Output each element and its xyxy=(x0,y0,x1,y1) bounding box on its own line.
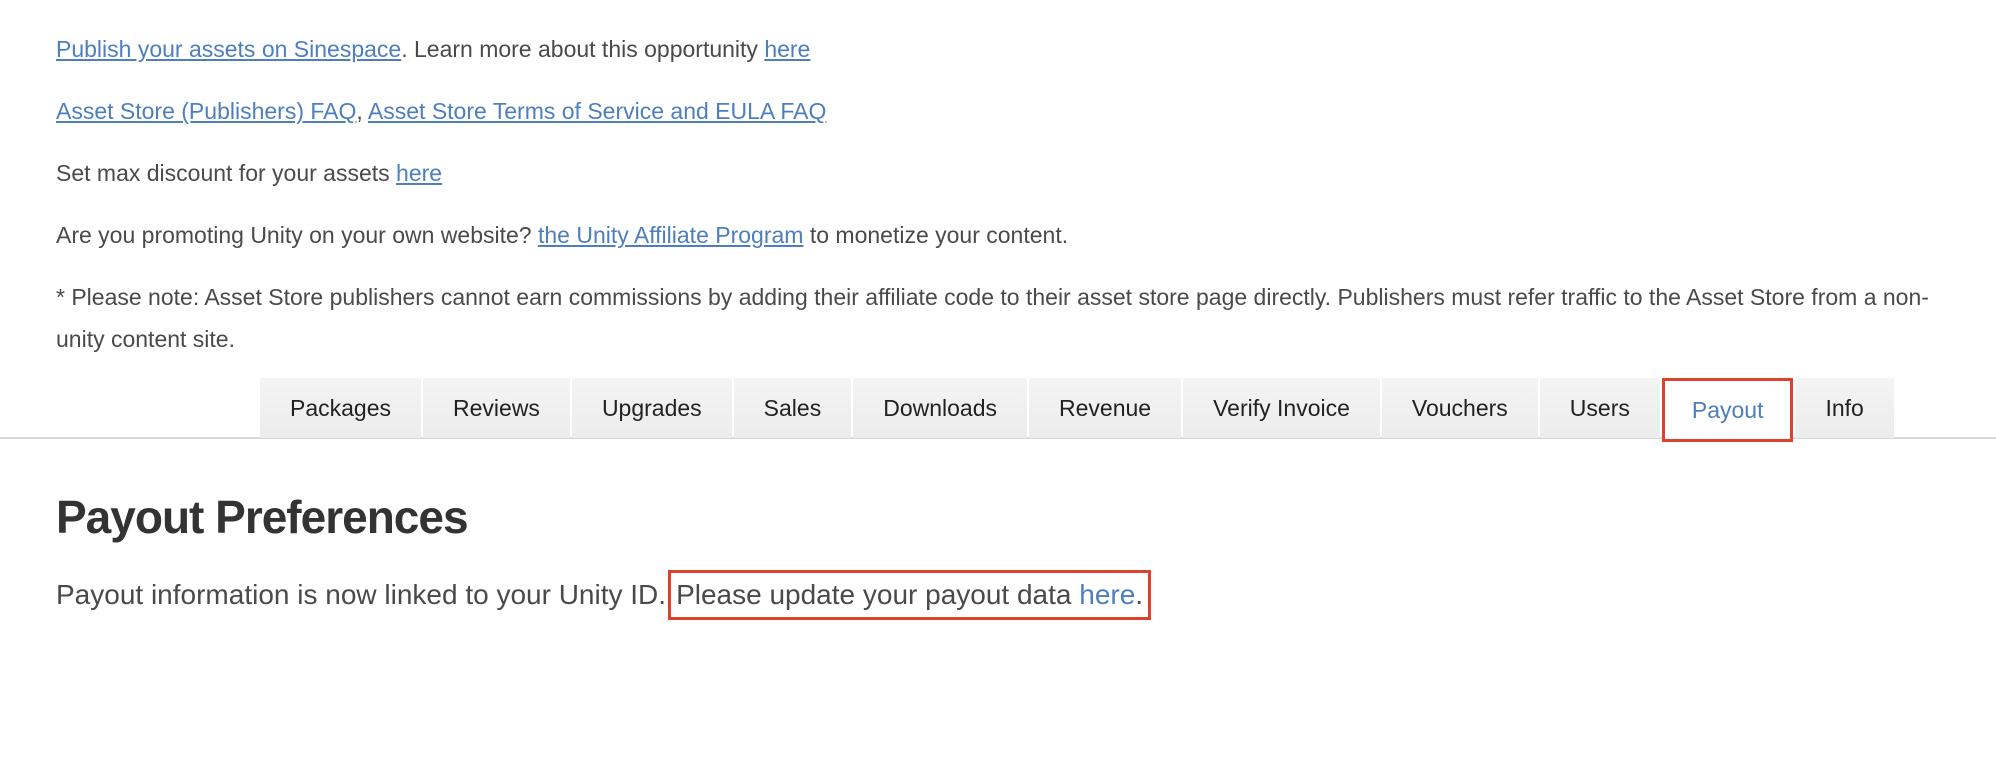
tab-downloads[interactable]: Downloads xyxy=(853,378,1028,438)
promo-tail: to monetize your content. xyxy=(803,222,1069,248)
tab-users[interactable]: Users xyxy=(1539,378,1660,438)
payout-update-highlight: Please update your payout data here. xyxy=(668,570,1152,620)
publisher-tabs: Packages Reviews Upgrades Sales Download… xyxy=(260,378,1896,442)
payout-update-text: Please update your payout data xyxy=(676,579,1080,610)
page-title: Payout Preferences xyxy=(56,491,469,543)
tab-sales[interactable]: Sales xyxy=(733,378,852,438)
promo-text: Are you promoting Unity on your own webs… xyxy=(56,222,538,248)
promo-paragraph: Are you promoting Unity on your own webs… xyxy=(56,214,1936,256)
publish-text: . Learn more about this opportunity xyxy=(401,36,765,62)
tab-info[interactable]: Info xyxy=(1795,378,1894,438)
payout-section: Payout Preferences Payout information is… xyxy=(56,490,1936,620)
tab-revenue[interactable]: Revenue xyxy=(1029,378,1182,438)
faq-paragraph: Asset Store (Publishers) FAQ, Asset Stor… xyxy=(56,90,1936,132)
publish-paragraph: Publish your assets on Sinespace. Learn … xyxy=(56,28,1936,70)
learn-more-here-link[interactable]: here xyxy=(764,36,810,62)
affiliate-program-link[interactable]: the Unity Affiliate Program xyxy=(538,222,803,248)
page: Publish your assets on Sinespace. Learn … xyxy=(0,0,1996,762)
affiliate-note: * Please note: Asset Store publishers ca… xyxy=(56,284,1929,352)
tab-packages[interactable]: Packages xyxy=(260,378,422,438)
tab-payout[interactable]: Payout xyxy=(1661,378,1794,442)
discount-text: Set max discount for your assets xyxy=(56,160,397,186)
tab-upgrades[interactable]: Upgrades xyxy=(571,378,732,438)
tab-reviews[interactable]: Reviews xyxy=(423,378,570,438)
payout-info-text: Payout information is now linked to your… xyxy=(56,579,667,610)
publishers-faq-link[interactable]: Asset Store (Publishers) FAQ xyxy=(56,98,356,124)
publisher-tabs-bar: Packages Reviews Upgrades Sales Download… xyxy=(0,378,1996,442)
tab-vouchers[interactable]: Vouchers xyxy=(1381,378,1538,438)
discount-paragraph: Set max discount for your assets here xyxy=(56,152,1936,194)
payout-info: Payout information is now linked to your… xyxy=(56,570,1936,620)
max-discount-here-link[interactable]: here xyxy=(396,160,442,186)
payout-update-tail: . xyxy=(1135,579,1144,610)
publisher-intro: Publish your assets on Sinespace. Learn … xyxy=(56,28,1936,360)
tab-verify-invoice[interactable]: Verify Invoice xyxy=(1183,378,1380,438)
publish-sinespace-link[interactable]: Publish your assets on Sinespace xyxy=(56,36,401,62)
tos-eula-faq-link[interactable]: Asset Store Terms of Service and EULA FA… xyxy=(368,98,827,124)
payout-update-here-link[interactable]: here xyxy=(1079,579,1135,610)
faq-separator: , xyxy=(356,98,368,124)
